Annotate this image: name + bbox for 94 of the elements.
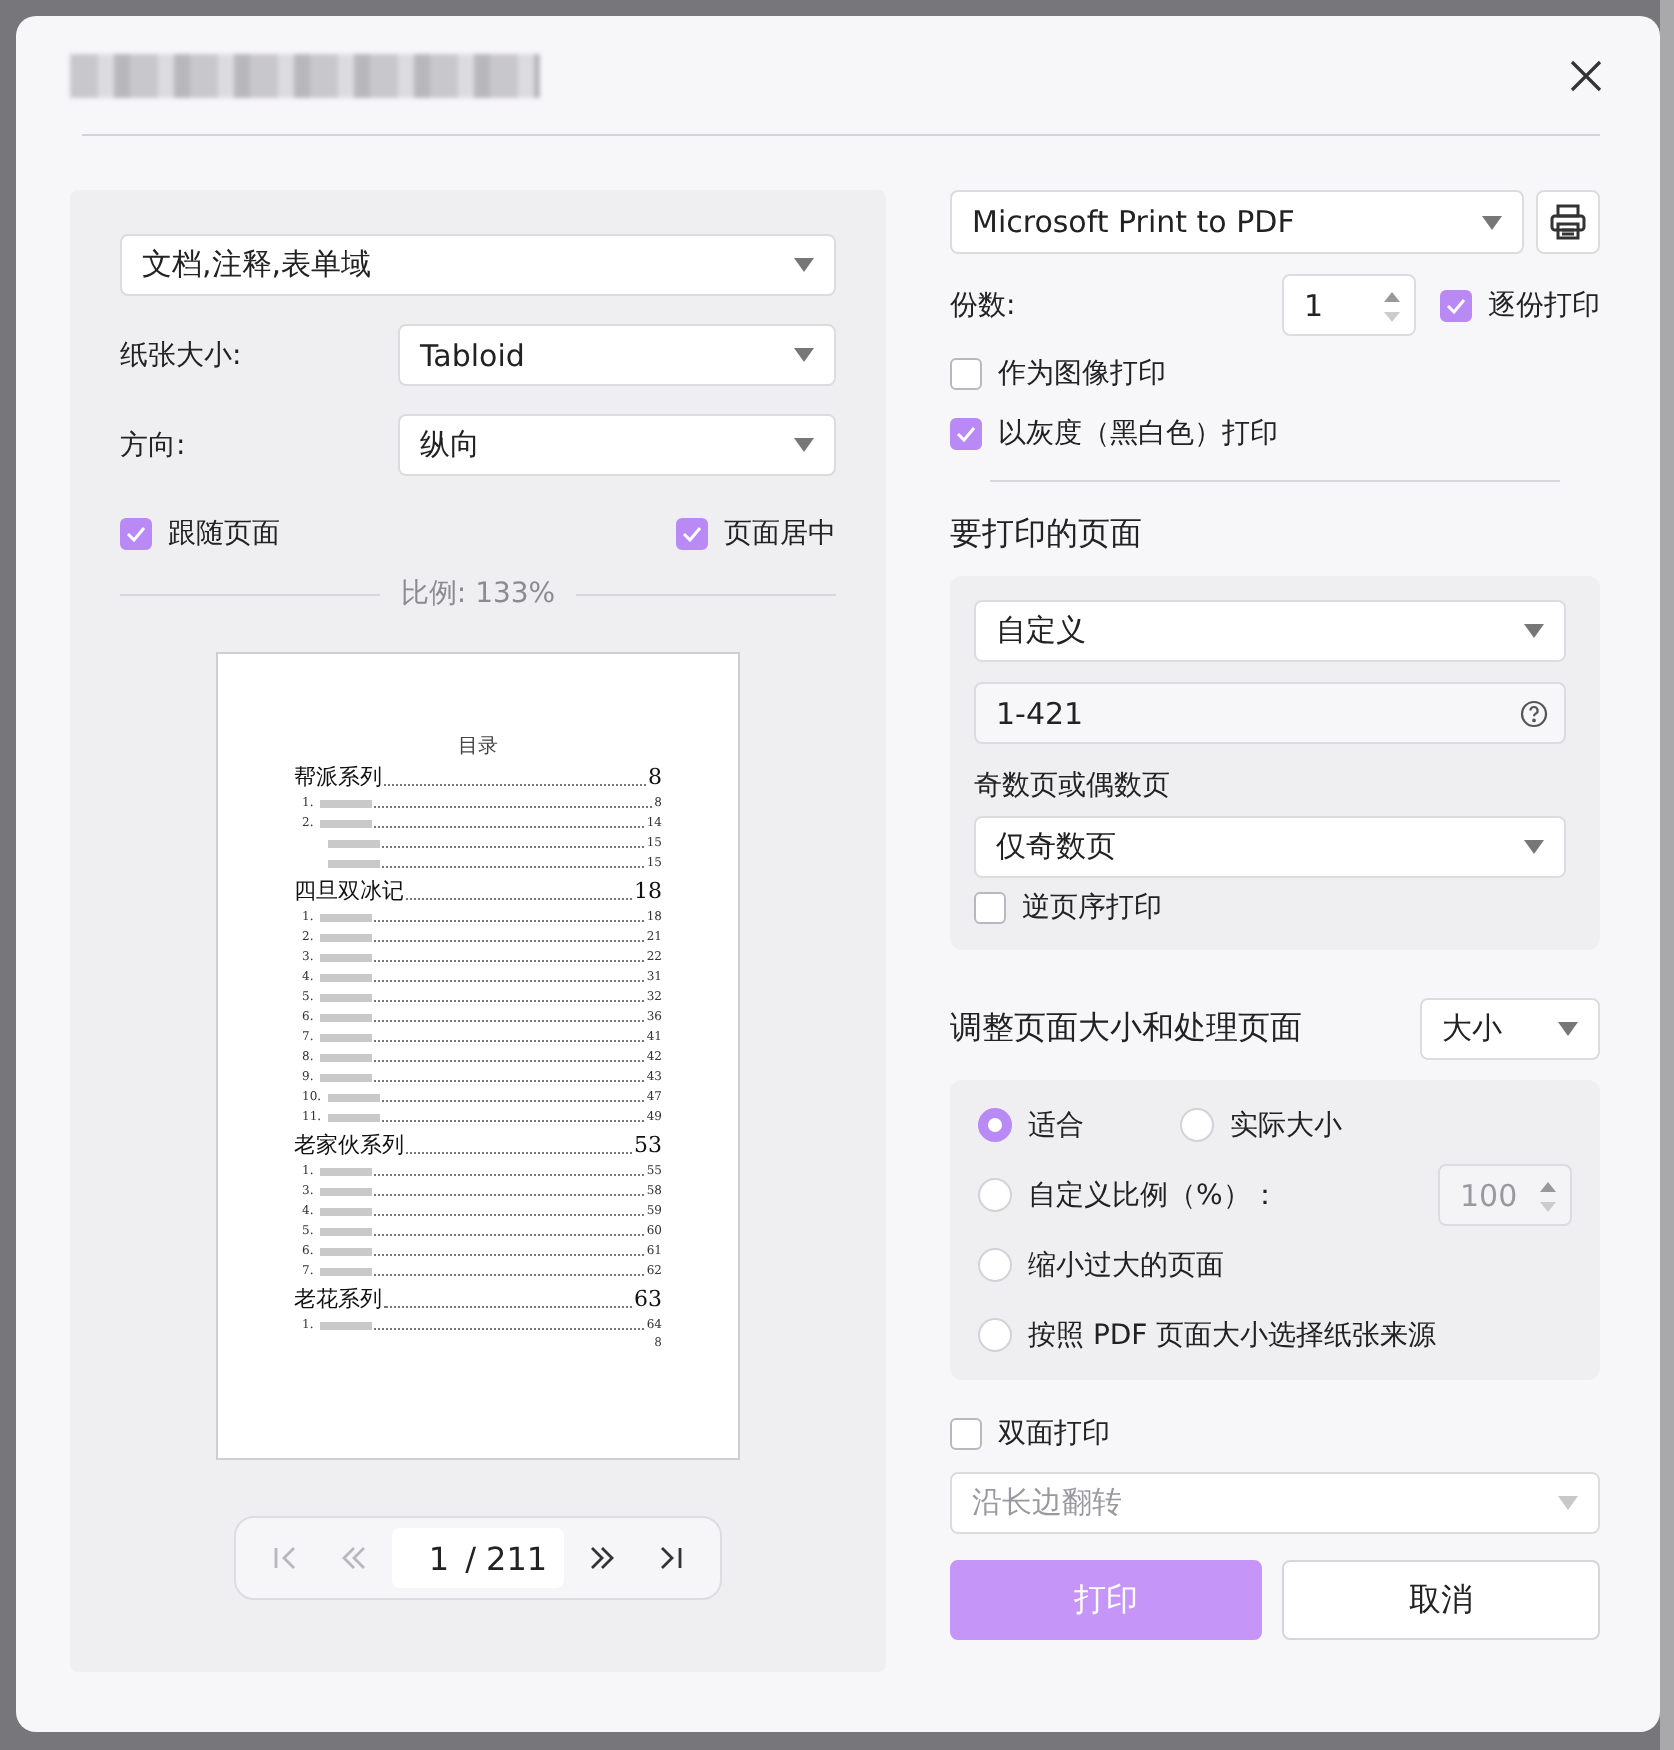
copies-spinner[interactable]: 1 [1282,274,1416,336]
toc-heading: 老家伙系列 [294,1130,404,1162]
caret-icon [1482,215,1502,229]
blurred-entry-text [319,974,372,982]
radio-button[interactable] [978,1178,1012,1212]
checkbox[interactable] [950,418,982,450]
toc-title: 目录 [456,734,500,760]
caret-icon [1558,1022,1578,1036]
page-number-input[interactable]: 1 [428,1539,450,1577]
printer-button[interactable] [1536,190,1600,254]
toc-page-number: 8 [648,762,662,794]
blurred-entry-text [319,1188,372,1196]
page-total: / 211 [465,1539,548,1577]
dropdown[interactable]: Tabloid [398,324,836,386]
radio-label: 按照 PDF 页面大小选择纸张来源 [1028,1317,1437,1353]
toc-heading: 四旦双冰记 [294,876,404,908]
double-chevron-icon [587,1544,616,1572]
checkbox-label: 跟随页面 [168,516,280,552]
radio-button[interactable] [978,1248,1012,1282]
checkbox[interactable] [950,1418,982,1450]
field-label: 纸张大小: [120,337,242,373]
caret-icon [1524,624,1544,638]
blurred-entry-text [319,1228,372,1236]
blurred-entry-text [319,914,372,922]
dropdown[interactable]: 自定义 [974,600,1566,662]
checkmark-icon [126,526,146,542]
dropdown[interactable]: 仅奇数页 [974,816,1566,878]
blurred-entry-text [319,954,372,962]
blurred-entry-text [319,1074,372,1082]
radio-label: 实际大小 [1230,1107,1342,1143]
checkbox-label: 作为图像打印 [998,356,1166,392]
checkmark-icon [682,526,702,542]
blurred-entry-text [319,1268,372,1276]
caret-icon [1524,840,1544,854]
radio-button[interactable] [978,1318,1012,1352]
dropdown[interactable]: 文档,注释,表单域 [120,234,836,296]
blurred-entry-text [319,1054,372,1062]
radio-button[interactable] [978,1108,1012,1142]
blurred-entry-text [319,820,372,828]
checkbox[interactable] [1440,289,1472,321]
radio-button[interactable] [1180,1108,1214,1142]
checkbox-label: 页面居中 [724,516,836,552]
blurred-entry-text [319,1034,372,1042]
checkbox-label: 逐份打印 [1488,287,1600,323]
blurred-entry-text [319,1248,372,1256]
caret-icon [794,438,814,452]
radio-label: 适合 [1028,1107,1084,1143]
blurred-entry-text [319,1168,372,1176]
dropdown[interactable]: 纵向 [398,414,836,476]
help-icon [1520,699,1548,727]
blurred-entry-text [319,994,372,1002]
blurred-entry-text [327,1114,380,1122]
checkbox-label: 以灰度（黑白色）打印 [998,416,1278,452]
blurred-entry-text [319,1322,372,1330]
blurred-entry-text [327,1094,380,1102]
toc-page-number: 53 [634,1130,662,1162]
radio-label: 自定义比例（%）： [1028,1177,1279,1213]
radio-label: 缩小过大的页面 [1028,1247,1224,1283]
toc-page-number: 63 [634,1284,662,1316]
checkbox-label: 逆页序打印 [1022,890,1162,926]
blurred-entry-text [319,800,372,808]
checkmark-icon [956,426,976,442]
checkmark-icon [1446,297,1466,313]
section-title: 要打印的页面 [950,514,1144,556]
blurred-entry-text [328,840,380,848]
dropdown[interactable]: Microsoft Print to PDF [950,190,1524,254]
caret-icon [794,348,814,362]
toc-page-number: 18 [634,876,662,908]
cancel-button[interactable]: 取消 [1282,1560,1600,1640]
page-range-field[interactable]: 1-421 [974,682,1566,744]
bar-chevron-icon [272,1544,301,1572]
field-label: 奇数页或偶数页 [974,768,1172,804]
field-label: 方向: [120,427,186,463]
printer-icon [1548,202,1588,242]
scale-label: 比例: 133% [400,576,556,612]
blurred-entry-text [319,1014,372,1022]
checkbox-label: 双面打印 [998,1416,1110,1452]
checkbox[interactable] [974,892,1006,924]
section-title: 调整页面大小和处理页面 [950,1008,1302,1050]
copies-label: 份数: [950,287,1016,323]
close-icon [1570,59,1602,91]
checkbox[interactable] [950,358,982,390]
bar-chevron-icon [655,1544,684,1572]
caret-icon [1558,1496,1578,1510]
blurred-entry-text [319,934,372,942]
checkbox[interactable] [120,518,152,550]
caret-icon [794,258,814,272]
toc-heading: 老花系列 [294,1284,382,1316]
dropdown[interactable]: 大小 [1420,998,1600,1060]
checkbox[interactable] [676,518,708,550]
toc-heading: 帮派系列 [294,762,382,794]
blurred-entry-text [328,860,380,868]
blurred-entry-text [319,1208,372,1216]
double-chevron-icon [340,1544,369,1572]
